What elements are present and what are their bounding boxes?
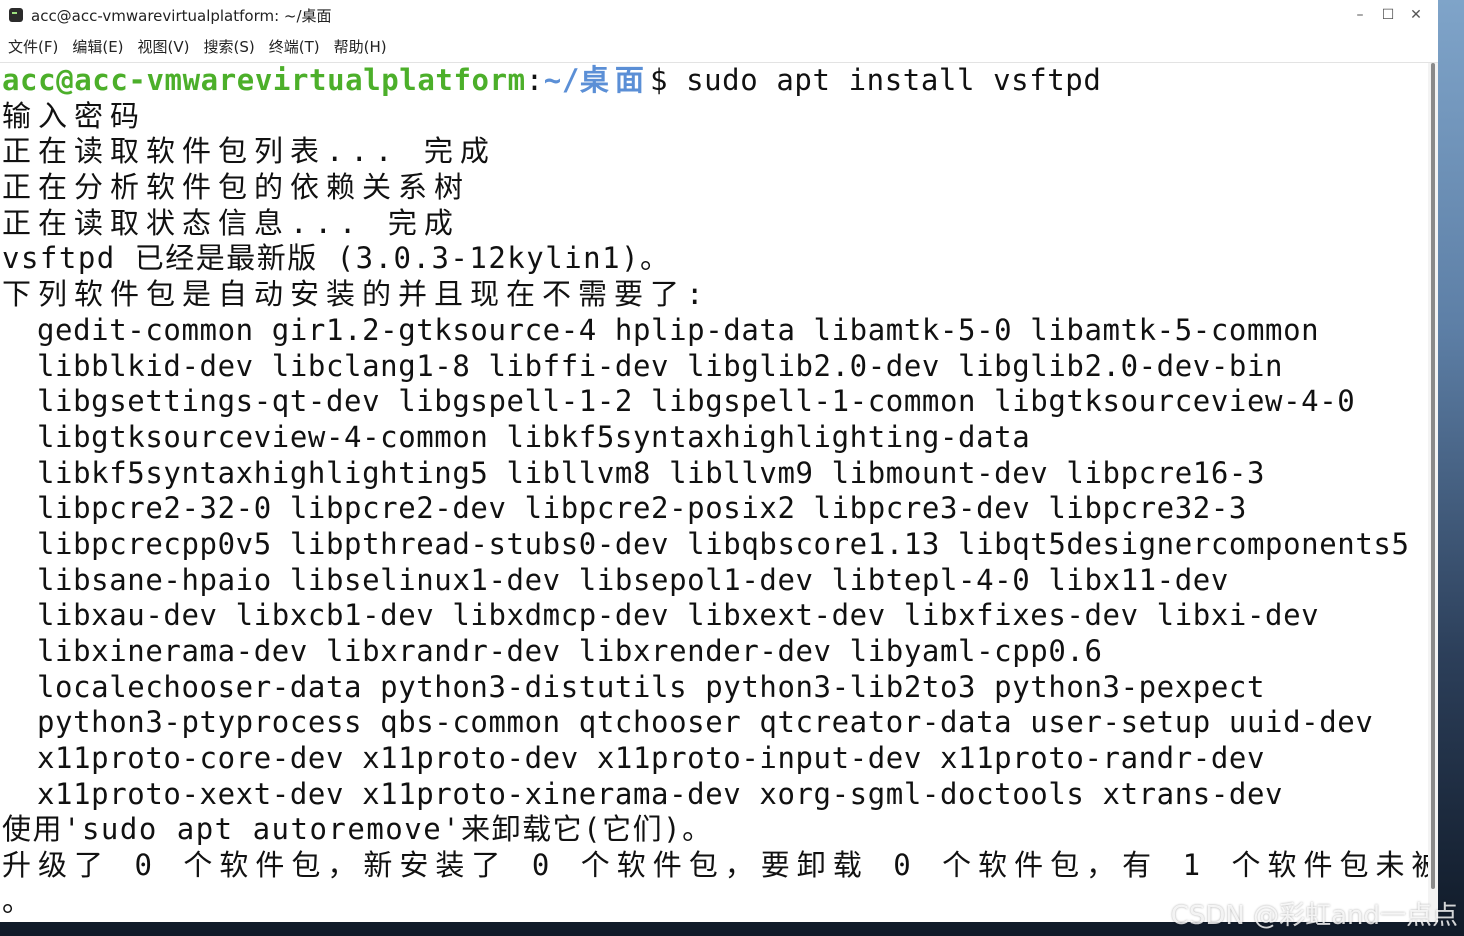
menu-help[interactable]: 帮助(H) [327,36,394,57]
package-line: python3-ptyprocess qbs-common qtchooser … [37,705,1374,740]
terminal-app-icon [9,8,23,22]
scrollbar[interactable] [1428,63,1438,922]
output-line: vsftpd 已经是最新版 (3.0.3-12kylin1)。 [2,241,671,276]
package-line: libsane-hpaio libselinux1-dev libsepol1-… [37,562,1229,597]
summary-line: 升级了 0 个软件包，新安装了 0 个软件包，要卸载 0 个软件包，有 1 个软… [2,848,1428,883]
output-line: 正在读取软件包列表... 完成 [2,134,496,169]
watermark: CSDN @彩虹and一点点 [1170,901,1458,931]
autoremove-hint: 使用'sudo apt autoremove'来卸载它(它们)。 [2,812,713,847]
package-line: x11proto-xext-dev x11proto-xinerama-dev … [37,776,1284,811]
package-line: libxinerama-dev libxrandr-dev libxrender… [37,634,1103,668]
package-line: gedit-common gir1.2-gtksource-4 hplip-da… [37,312,1320,347]
menu-edit[interactable]: 编辑(E) [65,36,130,57]
output-line: 正在读取状态信息... 完成 [2,205,460,240]
prompt-dir: 桌面 [579,63,650,97]
menu-search[interactable]: 搜索(S) [197,36,262,57]
command-line: acc@acc-vmwarevirtualplatform:~/桌面$ sudo… [0,63,1428,99]
terminal-window: acc@acc-vmwarevirtualplatform: ~/桌面 – ☐ … [0,0,1438,922]
command-text: sudo apt install vsftpd [686,63,1102,97]
menu-view[interactable]: 视图(V) [131,36,197,57]
package-line: libpcre2-32-0 libpcre2-dev libpcre2-posi… [37,491,1247,526]
package-line: x11proto-core-dev x11proto-dev x11proto-… [37,741,1266,776]
menu-bar: 文件(F) 编辑(E) 视图(V) 搜索(S) 终端(T) 帮助(H) [0,30,1438,63]
package-line: libkf5syntaxhighlighting5 libllvm8 libll… [37,455,1266,490]
prompt-symbol: $ [649,63,687,97]
close-button[interactable]: ✕ [1402,3,1430,27]
package-line: libgtksourceview-4-common libkf5syntaxhi… [37,419,1031,454]
terminal-output[interactable]: acc@acc-vmwarevirtualplatform:~/桌面$ sudo… [0,63,1428,922]
package-line: localechooser-data python3-distutils pyt… [37,669,1266,704]
package-line: libgsettings-qt-dev libgspell-1-2 libgsp… [37,384,1356,419]
title-bar[interactable]: acc@acc-vmwarevirtualplatform: ~/桌面 – ☐ … [0,0,1438,30]
window-controls: – ☐ ✕ [1346,0,1430,30]
minimize-button[interactable]: – [1346,3,1374,27]
package-line: libblkid-dev libclang1-8 libffi-dev libg… [37,348,1284,383]
package-line: libpcrecpp0v5 libpthread-stubs0-dev libq… [37,526,1410,561]
output-line: 下列软件包是自动安装的并且现在不需要了: [2,277,711,312]
output-line: 正在分析软件包的依赖关系树 [2,170,471,205]
menu-terminal[interactable]: 终端(T) [262,36,327,57]
window-title: acc@acc-vmwarevirtualplatform: ~/桌面 [31,6,332,25]
output-line: 输入密码 [2,98,147,133]
maximize-button[interactable]: ☐ [1374,3,1402,27]
scrollbar-thumb[interactable] [1431,63,1435,889]
prompt-path: ~/ [543,63,580,97]
prompt-separator: : [525,63,544,97]
prompt-user: acc@acc-vmwarevirtualplatform [2,63,526,97]
menu-file[interactable]: 文件(F) [0,36,65,57]
package-line: libxau-dev libxcb1-dev libxdmcp-dev libx… [37,598,1320,633]
